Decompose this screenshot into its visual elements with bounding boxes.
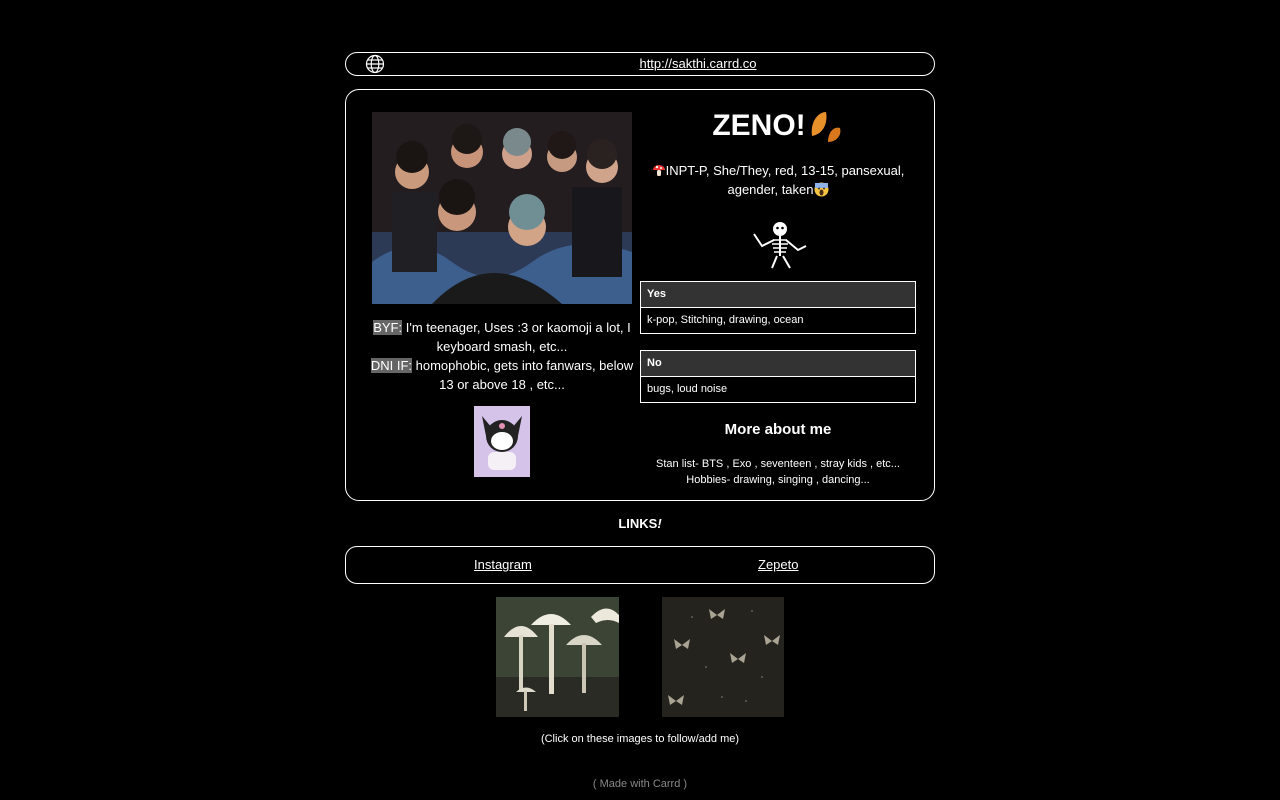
skeleton-icon [753,222,807,269]
no-table-header: No [641,351,915,377]
scream-emoji [814,182,829,197]
mushroom-emoji [652,165,665,176]
identity-text: INPT-P, She/They, red, 13-15, pansexual,… [640,161,916,199]
no-table: No bugs, loud noise [640,350,916,403]
made-with-carrd-link[interactable]: ( Made with Carrd ) [0,778,1280,790]
group-photo-art [372,112,632,304]
no-table-value: bugs, loud noise [647,383,728,395]
url-bar: http://sakthi.carrd.co [345,52,935,76]
butterflies-image[interactable] [662,597,784,717]
zepeto-link[interactable]: Zepeto [758,557,798,572]
links-bar: Instagram Zepeto [345,546,935,584]
links-heading: LINKS! [618,516,662,531]
bio-text: BYF: I'm teenager, Uses :3 or kaomoji a … [368,318,636,394]
instagram-link[interactable]: Instagram [474,557,532,572]
site-url-link[interactable]: http://sakthi.carrd.co [346,56,934,71]
group-photo [372,112,632,304]
yes-table: Yes k-pop, Stitching, drawing, ocean [640,281,916,334]
byf-text: I'm teenager, Uses :3 or kaomoji a lot, … [402,320,631,354]
yes-table-value: k-pop, Stitching, drawing, ocean [647,314,804,326]
leaf-icon [811,112,841,143]
profile-title: ZENO! [640,106,916,146]
hobbies: Hobbies- drawing, singing , dancing... [686,474,870,486]
yes-table-header: Yes [641,282,915,308]
more-about-heading: More about me [724,421,832,438]
byf-label: BYF: [373,320,403,335]
follow-hint: (Click on these images to follow/add me) [540,733,740,745]
kuromi-sticker [474,406,530,477]
mushrooms-image[interactable] [496,597,619,717]
dni-label: DNI IF: [370,358,413,373]
more-about-text: Stan list- BTS , Exo , seventeen , stray… [640,456,916,488]
profile-card: BYF: I'm teenager, Uses :3 or kaomoji a … [345,89,935,501]
stan-list: Stan list- BTS , Exo , seventeen , stray… [656,458,900,470]
dni-text: homophobic, gets into fanwars, below 13 … [412,358,634,392]
